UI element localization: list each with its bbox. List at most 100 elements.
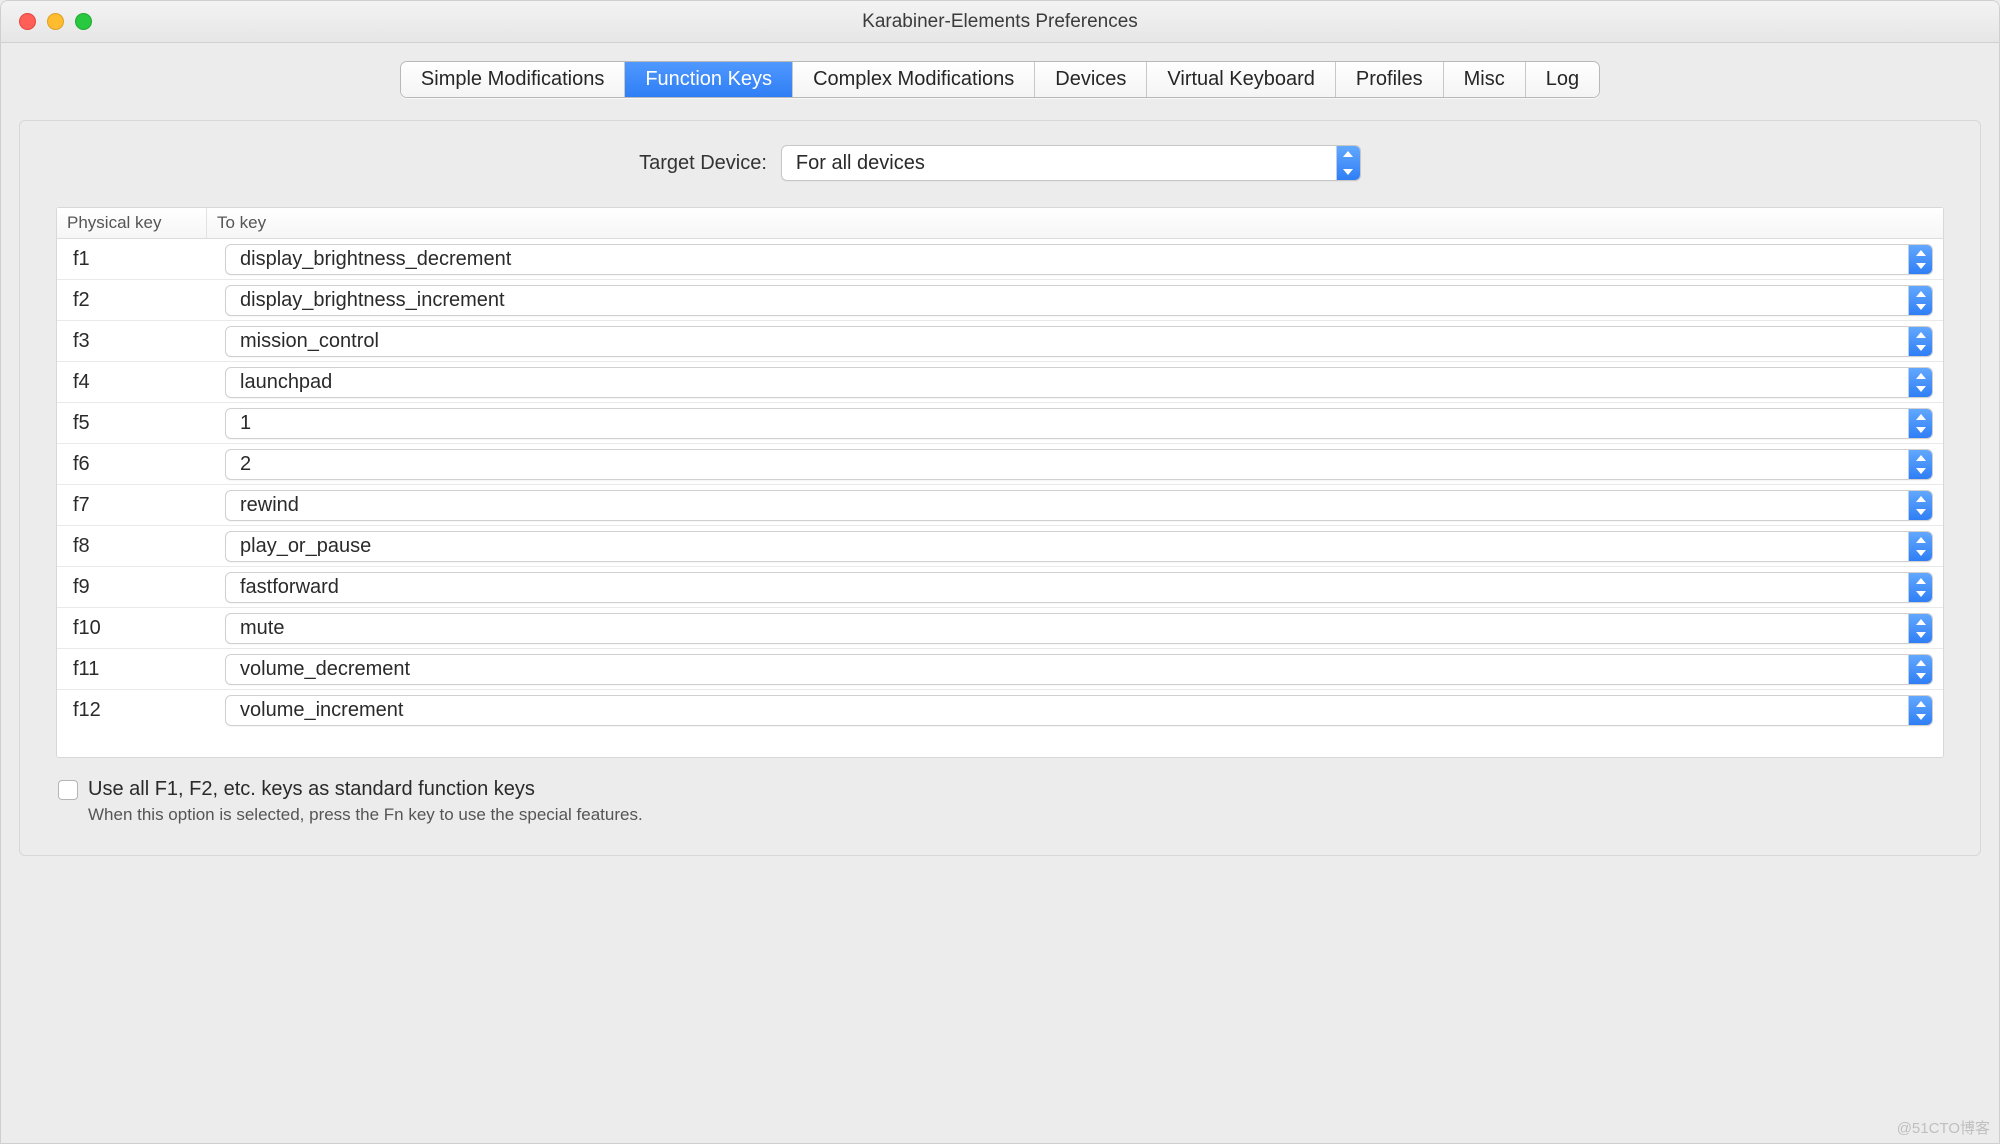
to-key-value: display_brightness_decrement [240, 248, 511, 271]
physical-key-cell: f4 [57, 371, 225, 394]
target-device-row: Target Device: For all devices [56, 145, 1944, 181]
table-row: f12 volume_increment [57, 690, 1943, 731]
to-key-cell: mission_control [225, 326, 1943, 357]
titlebar: Karabiner-Elements Preferences [1, 1, 1999, 43]
standard-fn-keys-checkbox[interactable] [58, 780, 78, 800]
table-row: f9 fastforward [57, 567, 1943, 608]
to-key-select[interactable]: launchpad [225, 367, 1933, 398]
to-key-cell: play_or_pause [225, 531, 1943, 562]
target-device-label: Target Device: [639, 152, 767, 175]
header-physical-key: Physical key [57, 208, 207, 238]
tab-segmented-control: Simple ModificationsFunction KeysComplex… [400, 61, 1600, 98]
tab-log[interactable]: Log [1526, 62, 1599, 97]
physical-key-cell: f9 [57, 576, 225, 599]
to-key-select[interactable]: volume_increment [225, 695, 1933, 726]
footer: Use all F1, F2, etc. keys as standard fu… [56, 778, 1944, 825]
physical-key-cell: f8 [57, 535, 225, 558]
to-key-cell: 1 [225, 408, 1943, 439]
to-key-value: display_brightness_increment [240, 289, 505, 312]
to-key-select[interactable]: volume_decrement [225, 654, 1933, 685]
to-key-value: play_or_pause [240, 535, 371, 558]
to-key-value: fastforward [240, 576, 339, 599]
table-row: f2 display_brightness_increment [57, 280, 1943, 321]
tab-simple-modifications[interactable]: Simple Modifications [401, 62, 625, 97]
table-row: f11 volume_decrement [57, 649, 1943, 690]
physical-key-cell: f5 [57, 412, 225, 435]
table-row: f1 display_brightness_decrement [57, 239, 1943, 280]
header-to-key: To key [207, 208, 1943, 238]
to-key-select[interactable]: display_brightness_decrement [225, 244, 1933, 275]
table-row: f7 rewind [57, 485, 1943, 526]
to-key-value: mute [240, 617, 284, 640]
to-key-select[interactable]: rewind [225, 490, 1933, 521]
table-row: f8 play_or_pause [57, 526, 1943, 567]
to-key-value: mission_control [240, 330, 379, 353]
chevron-updown-icon [1908, 409, 1932, 438]
chevron-updown-icon [1908, 327, 1932, 356]
chevron-updown-icon [1908, 450, 1932, 479]
watermark: @51CTO博客 [1897, 1117, 1990, 1138]
to-key-cell: volume_increment [225, 695, 1943, 726]
target-device-select[interactable]: For all devices [781, 145, 1361, 181]
tab-misc[interactable]: Misc [1444, 62, 1526, 97]
to-key-cell: launchpad [225, 367, 1943, 398]
chevron-updown-icon [1908, 532, 1932, 561]
to-key-value: launchpad [240, 371, 332, 394]
chevron-updown-icon [1908, 655, 1932, 684]
table-row: f3 mission_control [57, 321, 1943, 362]
physical-key-cell: f11 [57, 658, 225, 681]
standard-fn-keys-label: Use all F1, F2, etc. keys as standard fu… [88, 778, 535, 801]
to-key-value: 1 [240, 412, 251, 435]
to-key-select[interactable]: mission_control [225, 326, 1933, 357]
chevron-updown-icon [1908, 696, 1932, 725]
tab-function-keys[interactable]: Function Keys [625, 62, 793, 97]
table-row: f5 1 [57, 403, 1943, 444]
chevron-updown-icon [1908, 491, 1932, 520]
to-key-value: volume_increment [240, 699, 403, 722]
to-key-select[interactable]: play_or_pause [225, 531, 1933, 562]
standard-fn-keys-hint: When this option is selected, press the … [88, 805, 1944, 825]
to-key-value: rewind [240, 494, 299, 517]
to-key-cell: volume_decrement [225, 654, 1943, 685]
physical-key-cell: f10 [57, 617, 225, 640]
to-key-select[interactable]: display_brightness_increment [225, 285, 1933, 316]
standard-fn-keys-row: Use all F1, F2, etc. keys as standard fu… [58, 778, 1944, 801]
chevron-updown-icon [1908, 573, 1932, 602]
tab-bar: Simple ModificationsFunction KeysComplex… [19, 61, 1981, 98]
chevron-updown-icon [1908, 245, 1932, 274]
function-keys-table: Physical key To key f1 display_brightness… [56, 207, 1944, 758]
to-key-select[interactable]: mute [225, 613, 1933, 644]
physical-key-cell: f2 [57, 289, 225, 312]
table-empty-row [57, 731, 1943, 757]
to-key-select[interactable]: 2 [225, 449, 1933, 480]
physical-key-cell: f6 [57, 453, 225, 476]
to-key-value: volume_decrement [240, 658, 410, 681]
to-key-select[interactable]: fastforward [225, 572, 1933, 603]
to-key-value: 2 [240, 453, 251, 476]
table-row: f6 2 [57, 444, 1943, 485]
table-body: f1 display_brightness_decrement f2 display_… [57, 239, 1943, 731]
to-key-cell: display_brightness_decrement [225, 244, 1943, 275]
chevron-updown-icon [1908, 368, 1932, 397]
table-row: f10 mute [57, 608, 1943, 649]
to-key-select[interactable]: 1 [225, 408, 1933, 439]
to-key-cell: mute [225, 613, 1943, 644]
physical-key-cell: f7 [57, 494, 225, 517]
table-row: f4 launchpad [57, 362, 1943, 403]
tab-complex-modifications[interactable]: Complex Modifications [793, 62, 1035, 97]
chevron-updown-icon [1908, 286, 1932, 315]
tab-devices[interactable]: Devices [1035, 62, 1147, 97]
tab-profiles[interactable]: Profiles [1336, 62, 1444, 97]
table-header: Physical key To key [57, 208, 1943, 239]
to-key-cell: 2 [225, 449, 1943, 480]
chevron-updown-icon [1336, 146, 1360, 180]
preferences-window: Karabiner-Elements Preferences Simple Mo… [0, 0, 2000, 1144]
to-key-cell: rewind [225, 490, 1943, 521]
physical-key-cell: f3 [57, 330, 225, 353]
target-device-value: For all devices [796, 152, 925, 175]
physical-key-cell: f1 [57, 248, 225, 271]
to-key-cell: display_brightness_increment [225, 285, 1943, 316]
tab-virtual-keyboard[interactable]: Virtual Keyboard [1147, 62, 1336, 97]
main-panel: Target Device: For all devices Physical … [19, 120, 1981, 856]
physical-key-cell: f12 [57, 699, 225, 722]
